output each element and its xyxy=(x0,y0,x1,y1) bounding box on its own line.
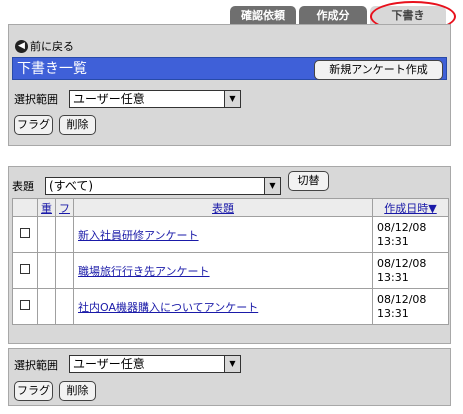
dropdown-arrow-icon: ▼ xyxy=(224,91,240,107)
back-label: 前に戻る xyxy=(30,40,74,53)
dropdown-arrow-icon: ▼ xyxy=(224,356,240,372)
range-label: 選択範囲 xyxy=(14,93,58,106)
table-header-row: 重 フ 表題 作成日時▼ xyxy=(12,198,449,217)
range-label: 選択範囲 xyxy=(14,359,58,372)
title-cell: 新入社員研修アンケート xyxy=(73,216,373,253)
row-checkbox[interactable] xyxy=(12,288,38,325)
back-arrow-icon: ◀ xyxy=(15,39,28,53)
survey-title-link[interactable]: 職場旅行行き先アンケート xyxy=(78,265,210,278)
priority-column-header[interactable]: 重 xyxy=(37,198,56,217)
priority-cell xyxy=(37,288,56,325)
range-select-value: ユーザー任意 xyxy=(73,357,145,371)
checkbox-column-header xyxy=(12,198,38,217)
survey-title-link[interactable]: 新入社員研修アンケート xyxy=(78,229,199,242)
date-cell: 08/12/08 13:31 xyxy=(372,288,449,325)
row-checkbox[interactable] xyxy=(12,216,38,253)
table-row: 社内OA機器購入についてアンケート 08/12/08 13:31 xyxy=(12,288,449,325)
delete-button[interactable]: 削除 xyxy=(59,115,96,135)
dropdown-arrow-icon: ▼ xyxy=(264,178,280,194)
survey-title-link[interactable]: 社内OA機器購入についてアンケート xyxy=(78,301,258,314)
date-cell: 08/12/08 13:31 xyxy=(372,252,449,289)
tab-confirm-requests[interactable]: 確認依頼 xyxy=(230,6,296,25)
flag-button[interactable]: フラグ xyxy=(14,381,53,401)
priority-cell xyxy=(37,216,56,253)
date-column-header[interactable]: 作成日時▼ xyxy=(372,198,449,217)
date-cell: 08/12/08 13:31 xyxy=(372,216,449,253)
subject-select-value: (すべて) xyxy=(49,179,94,193)
bottom-action-panel: 選択範囲 ユーザー任意 ▼ フラグ 削除 xyxy=(8,348,451,406)
table-row: 職場旅行行き先アンケート 08/12/08 13:31 xyxy=(12,252,449,289)
priority-cell xyxy=(37,252,56,289)
draft-table: 重 フ 表題 作成日時▼ 新入社員研修アンケート 08/12/08 13:31 職… xyxy=(12,198,449,325)
title-cell: 社内OA機器購入についてアンケート xyxy=(73,288,373,325)
draft-panel: ◀ 前に戻る 下書き一覧 新規アンケート作成 選択範囲 ユーザー任意 ▼ フラグ… xyxy=(8,24,451,146)
page-title: 下書き一覧 xyxy=(17,61,87,77)
flag-column-header[interactable]: フ xyxy=(55,198,74,217)
flag-cell xyxy=(55,216,74,253)
title-cell: 職場旅行行き先アンケート xyxy=(73,252,373,289)
back-link[interactable]: ◀ 前に戻る xyxy=(15,39,74,53)
delete-button[interactable]: 削除 xyxy=(59,381,96,401)
draft-list-panel: 表題 (すべて) ▼ 切替 重 フ 表題 作成日時▼ 新入社員研修アンケート 0… xyxy=(8,166,451,344)
tab-created[interactable]: 作成分 xyxy=(299,6,367,25)
row-checkbox[interactable] xyxy=(12,252,38,289)
table-row: 新入社員研修アンケート 08/12/08 13:31 xyxy=(12,216,449,253)
flag-cell xyxy=(55,288,74,325)
subject-select[interactable]: (すべて) ▼ xyxy=(45,177,281,195)
flag-button[interactable]: フラグ xyxy=(14,115,53,135)
range-select[interactable]: ユーザー任意 ▼ xyxy=(69,355,241,373)
new-survey-button[interactable]: 新規アンケート作成 xyxy=(314,60,443,80)
tab-drafts[interactable]: 下書き xyxy=(370,6,446,25)
flag-cell xyxy=(55,252,74,289)
range-select-value: ユーザー任意 xyxy=(73,92,145,106)
range-select[interactable]: ユーザー任意 ▼ xyxy=(69,90,241,108)
title-column-header[interactable]: 表題 xyxy=(73,198,373,217)
list-filter-bar: 表題 (すべて) ▼ 切替 xyxy=(9,167,450,197)
subject-label: 表題 xyxy=(12,180,34,193)
switch-button[interactable]: 切替 xyxy=(288,171,329,191)
